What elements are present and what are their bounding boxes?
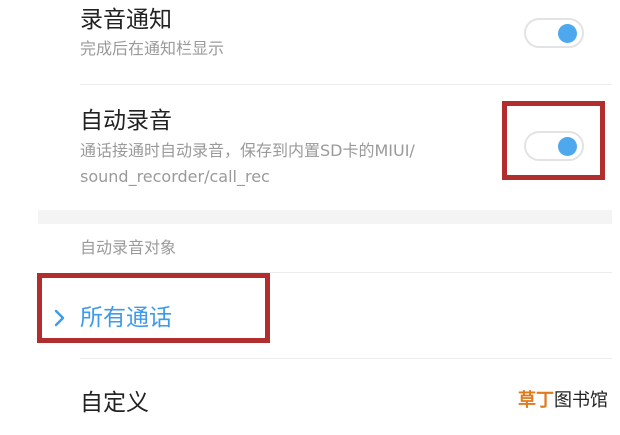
recording-notification-title: 录音通知 [80,7,172,33]
option-custom[interactable]: 自定义 [80,388,149,418]
divider [80,358,612,359]
recording-notification-description: 完成后在通知栏显示 [80,39,225,58]
option-all-calls-label: 所有通话 [80,305,172,331]
watermark-part2: 图书馆 [554,390,608,411]
auto-record-toggle[interactable] [524,131,584,161]
toggle-knob [558,137,577,156]
watermark-part1: 草丁 [518,390,554,411]
section-separator [38,210,612,224]
auto-record-target-header: 自动录音对象 [80,238,177,257]
toggle-knob [558,24,577,43]
chevron-right-icon [54,309,65,327]
recording-notification-toggle[interactable] [524,18,584,48]
divider [80,272,612,273]
divider [80,84,612,85]
watermark-logo: 草丁图书馆 [518,389,608,413]
auto-record-title: 自动录音 [80,108,172,134]
auto-record-description-line2: sound_recorder/call_rec [80,167,270,186]
auto-record-description-line1: 通话接通时自动录音，保存到内置SD卡的MIUI/ [80,141,415,160]
